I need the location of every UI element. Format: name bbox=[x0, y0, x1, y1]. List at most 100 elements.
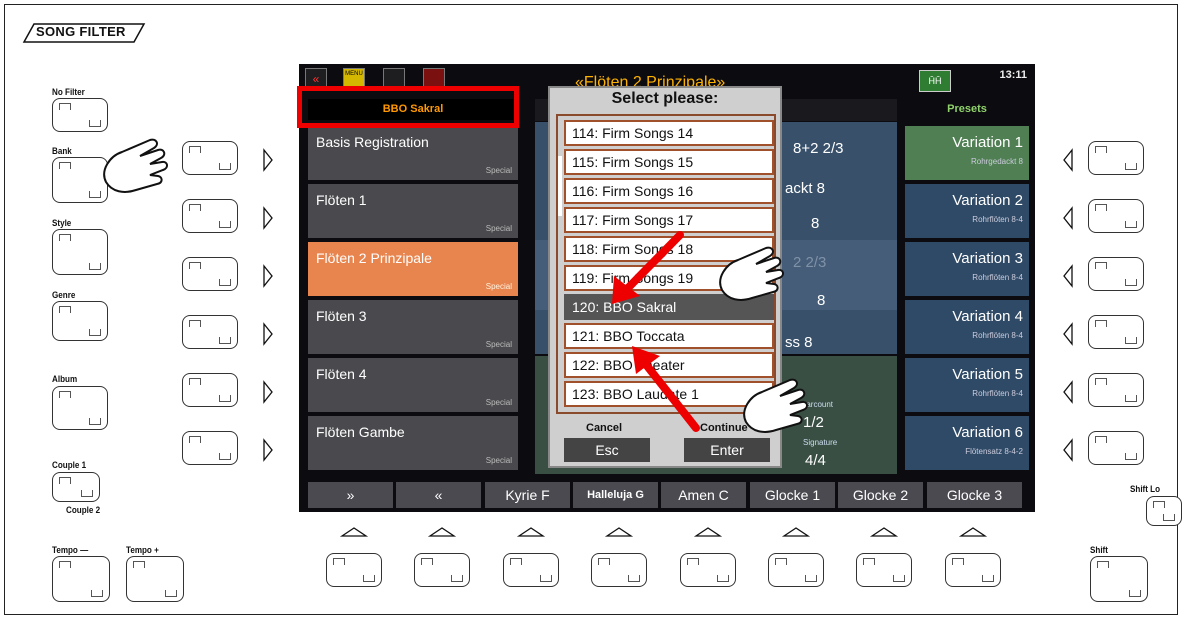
right-soft-button-5[interactable] bbox=[1088, 373, 1144, 407]
softkey-page-down[interactable]: « bbox=[396, 482, 481, 508]
tempo-plus-button[interactable] bbox=[126, 556, 184, 602]
variation-3[interactable]: Variation 3 Rohrflöten 8-4 bbox=[905, 242, 1029, 296]
bottom-soft-button-1[interactable] bbox=[326, 553, 382, 587]
softkey-page-up[interactable]: » bbox=[308, 482, 393, 508]
no-filter-button[interactable] bbox=[52, 98, 108, 132]
list-item-name: Basis Registration bbox=[316, 134, 429, 150]
bank-header-highlight bbox=[297, 86, 519, 128]
clock: 13:11 bbox=[999, 69, 1027, 81]
dialog-item[interactable]: 119: Firm Songs 19 bbox=[564, 265, 774, 291]
dialog-item[interactable]: 117: Firm Songs 17 bbox=[564, 207, 774, 233]
left-soft-button-4[interactable] bbox=[182, 315, 238, 349]
variation-sub: Rohrflöten 8-4 bbox=[972, 389, 1023, 398]
variation-name: Variation 5 bbox=[952, 366, 1023, 383]
list-item-5[interactable]: Flöten 4 Special bbox=[308, 358, 518, 412]
shift-button[interactable] bbox=[1090, 556, 1148, 602]
shift-lock-label: Shift Lo bbox=[1130, 484, 1161, 495]
bottom-soft-button-8[interactable] bbox=[945, 553, 1001, 587]
tempo-plus-label: Tempo + bbox=[126, 545, 159, 556]
variation-6[interactable]: Variation 6 Flötensatz 8-4-2 bbox=[905, 416, 1029, 470]
dialog-item[interactable]: 123: BBO Laudate 1 bbox=[564, 381, 774, 407]
mid-line-4: 2 2/3 bbox=[793, 254, 827, 271]
list-item-3-selected[interactable]: Flöten 2 Prinzipale Special bbox=[308, 242, 518, 296]
esc-button[interactable]: Esc bbox=[564, 438, 650, 462]
bottom-soft-button-2[interactable] bbox=[414, 553, 470, 587]
list-item-tag: Special bbox=[485, 456, 512, 465]
left-soft-button-5[interactable] bbox=[182, 373, 238, 407]
signature-value: 4/4 bbox=[805, 452, 826, 469]
list-item-name: Flöten 4 bbox=[316, 366, 367, 382]
softkey-glocke-2[interactable]: Glocke 2 bbox=[838, 482, 923, 508]
dialog-item[interactable]: 116: Firm Songs 16 bbox=[564, 178, 774, 204]
song-filter-title: SONG FILTER bbox=[16, 22, 146, 43]
variation-sub: Rohrgedackt 8 bbox=[970, 157, 1023, 166]
mid-line-1: 8+2 2/3 bbox=[793, 140, 844, 157]
right-soft-button-4[interactable] bbox=[1088, 315, 1144, 349]
left-soft-button-6[interactable] bbox=[182, 431, 238, 465]
dialog-title: Select please: bbox=[611, 90, 719, 107]
dialog-item[interactable]: 115: Firm Songs 15 bbox=[564, 149, 774, 175]
preset-icon[interactable]: ĤĤ bbox=[919, 70, 951, 92]
softkey-kyrie[interactable]: Kyrie F bbox=[485, 482, 570, 508]
variation-2[interactable]: Variation 2 Rohrflöten 8-4 bbox=[905, 184, 1029, 238]
bottom-soft-button-5[interactable] bbox=[680, 553, 736, 587]
dialog-item[interactable]: 114: Firm Songs 14 bbox=[564, 120, 774, 146]
list-item-1[interactable]: Basis Registration Special bbox=[308, 126, 518, 180]
list-item-2[interactable]: Flöten 1 Special bbox=[308, 184, 518, 238]
variation-name: Variation 4 bbox=[952, 308, 1023, 325]
no-filter-label: No Filter bbox=[52, 87, 85, 98]
left-soft-button-1[interactable] bbox=[182, 141, 238, 175]
right-soft-button-6[interactable] bbox=[1088, 431, 1144, 465]
variation-sub: Rohrflöten 8-4 bbox=[972, 273, 1023, 282]
album-button[interactable] bbox=[52, 386, 108, 430]
variation-4[interactable]: Variation 4 Rohrflöten 8-4 bbox=[905, 300, 1029, 354]
bottom-soft-button-4[interactable] bbox=[591, 553, 647, 587]
list-item-6[interactable]: Flöten Gambe Special bbox=[308, 416, 518, 470]
shift-lock-button[interactable] bbox=[1146, 496, 1182, 526]
cancel-label: Cancel bbox=[586, 422, 623, 434]
barcount-label: Barcount bbox=[801, 400, 834, 409]
left-soft-button-2[interactable] bbox=[182, 199, 238, 233]
softkey-glocke-3[interactable]: Glocke 3 bbox=[927, 482, 1022, 508]
list-item-4[interactable]: Flöten 3 Special bbox=[308, 300, 518, 354]
softkey-amen[interactable]: Amen C bbox=[661, 482, 746, 508]
variation-5[interactable]: Variation 5 Rohrflöten 8-4 bbox=[905, 358, 1029, 412]
right-soft-button-2[interactable] bbox=[1088, 199, 1144, 233]
dialog-item[interactable]: 121: BBO Toccata bbox=[564, 323, 774, 349]
couple1-label: Couple 1 bbox=[52, 460, 87, 471]
signature-label: Signature bbox=[803, 438, 838, 447]
list-item-name: Flöten 2 Prinzipale bbox=[316, 250, 432, 266]
bottom-soft-button-7[interactable] bbox=[856, 553, 912, 587]
song-filter-label: SONG FILTER bbox=[36, 24, 126, 39]
variation-1[interactable]: Variation 1 Rohrgedackt 8 bbox=[905, 126, 1029, 180]
style-button[interactable] bbox=[52, 229, 108, 275]
shift-label: Shift bbox=[1090, 545, 1108, 556]
variation-sub: Flötensatz 8-4-2 bbox=[965, 447, 1023, 456]
tempo-minus-label: Tempo — bbox=[52, 545, 89, 556]
genre-button[interactable] bbox=[52, 301, 108, 341]
bottom-soft-button-3[interactable] bbox=[503, 553, 559, 587]
dialog-item-selected[interactable]: 120: BBO Sakral bbox=[564, 294, 774, 320]
list-item-tag: Special bbox=[485, 282, 512, 291]
couple-button[interactable] bbox=[52, 472, 100, 502]
softkey-halleluja[interactable]: Halleluja G bbox=[573, 482, 658, 508]
mid-line-3: 8 bbox=[811, 215, 820, 232]
variation-name: Variation 3 bbox=[952, 250, 1023, 267]
right-soft-button-3[interactable] bbox=[1088, 257, 1144, 291]
bank-button[interactable] bbox=[52, 157, 108, 203]
variation-name: Variation 1 bbox=[952, 134, 1023, 151]
presets-header: Presets bbox=[947, 103, 987, 115]
softkey-glocke-1[interactable]: Glocke 1 bbox=[750, 482, 835, 508]
tempo-minus-button[interactable] bbox=[52, 556, 110, 602]
enter-button[interactable]: Enter bbox=[684, 438, 770, 462]
right-soft-button-1[interactable] bbox=[1088, 141, 1144, 175]
dialog-item[interactable]: 118: Firm Songs 18 bbox=[564, 236, 774, 262]
left-soft-button-3[interactable] bbox=[182, 257, 238, 291]
dialog-scrollbar[interactable] bbox=[558, 156, 562, 216]
dialog-item[interactable]: 122: BBO Theater bbox=[564, 352, 774, 378]
bottom-soft-button-6[interactable] bbox=[768, 553, 824, 587]
dialog-list[interactable]: 114: Firm Songs 14 115: Firm Songs 15 11… bbox=[556, 114, 776, 414]
barcount-value: 1/2 bbox=[803, 414, 824, 431]
list-item-tag: Special bbox=[485, 224, 512, 233]
bank-label: Bank bbox=[52, 146, 72, 157]
